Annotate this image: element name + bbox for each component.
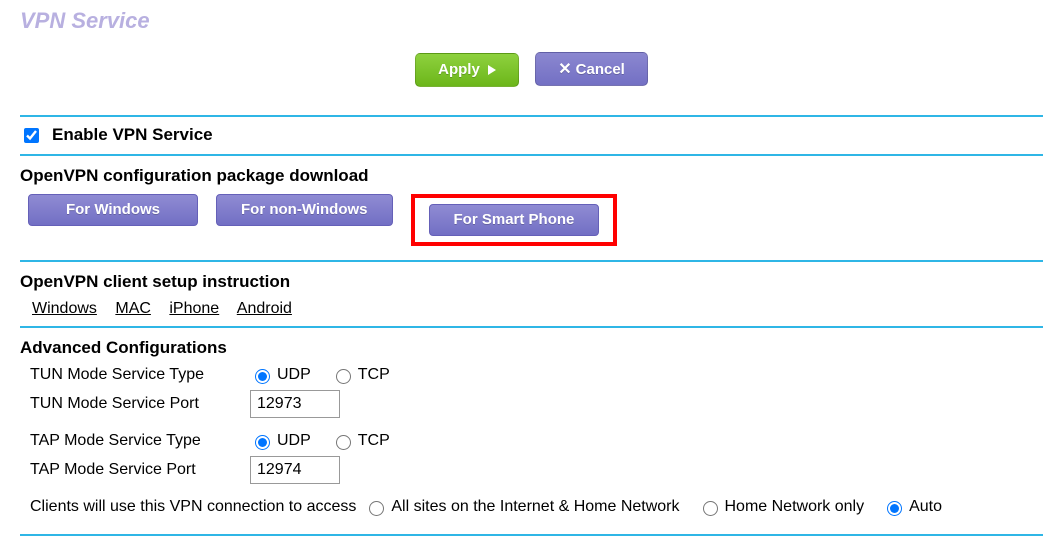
tap-udp-option[interactable]: UDP: [250, 432, 311, 450]
access-home-radio[interactable]: [703, 501, 718, 516]
enable-vpn-label: Enable VPN Service: [52, 125, 213, 145]
setup-section: OpenVPN client setup instruction Windows…: [20, 262, 1043, 326]
tcp-label: TCP: [358, 366, 390, 384]
tap-port-input[interactable]: [250, 456, 340, 484]
enable-vpn-checkbox[interactable]: [24, 128, 39, 143]
access-home-label: Home Network only: [725, 498, 865, 516]
smartphone-highlight: For Smart Phone: [411, 194, 618, 246]
access-label: Clients will use this VPN connection to …: [30, 498, 356, 516]
tap-tcp-radio[interactable]: [336, 435, 351, 450]
tap-type-label: TAP Mode Service Type: [30, 432, 240, 450]
download-nonwindows-button[interactable]: For non-Windows: [216, 194, 393, 226]
apply-label: Apply: [438, 61, 480, 78]
setup-link-android[interactable]: Android: [237, 300, 292, 317]
download-smartphone-button[interactable]: For Smart Phone: [429, 204, 600, 236]
top-button-bar: Apply ✕ Cancel: [20, 52, 1043, 87]
tun-tcp-option[interactable]: TCP: [331, 366, 390, 384]
access-all-radio[interactable]: [369, 501, 384, 516]
setup-link-iphone[interactable]: iPhone: [169, 300, 219, 317]
tun-udp-radio[interactable]: [255, 369, 270, 384]
tcp-label: TCP: [358, 432, 390, 450]
tun-type-label: TUN Mode Service Type: [30, 366, 240, 384]
tap-port-label: TAP Mode Service Port: [30, 461, 240, 479]
access-auto-label: Auto: [909, 498, 942, 516]
tap-tcp-option[interactable]: TCP: [331, 432, 390, 450]
access-all-option[interactable]: All sites on the Internet & Home Network: [364, 498, 679, 516]
tun-port-input[interactable]: [250, 390, 340, 418]
access-auto-option[interactable]: Auto: [882, 498, 942, 516]
udp-label: UDP: [277, 366, 311, 384]
download-section: OpenVPN configuration package download F…: [20, 156, 1043, 260]
setup-heading: OpenVPN client setup instruction: [20, 272, 1043, 292]
advanced-section: Advanced Configurations TUN Mode Service…: [20, 328, 1043, 534]
setup-link-windows[interactable]: Windows: [32, 300, 97, 317]
enable-row: Enable VPN Service: [20, 117, 1043, 154]
download-heading: OpenVPN configuration package download: [20, 166, 1043, 186]
setup-link-mac[interactable]: MAC: [115, 300, 151, 317]
page-title: VPN Service: [20, 8, 1043, 34]
close-icon: ✕: [558, 59, 571, 79]
divider: [20, 534, 1043, 536]
tap-udp-radio[interactable]: [255, 435, 270, 450]
access-all-label: All sites on the Internet & Home Network: [391, 498, 679, 516]
advanced-heading: Advanced Configurations: [20, 338, 1043, 358]
tun-tcp-radio[interactable]: [336, 369, 351, 384]
apply-button[interactable]: Apply: [415, 53, 519, 87]
access-home-option[interactable]: Home Network only: [698, 498, 865, 516]
cancel-label: Cancel: [576, 61, 625, 78]
access-auto-radio[interactable]: [887, 501, 902, 516]
udp-label: UDP: [277, 432, 311, 450]
cancel-button[interactable]: ✕ Cancel: [535, 52, 648, 86]
play-icon: [488, 65, 496, 75]
tun-udp-option[interactable]: UDP: [250, 366, 311, 384]
download-windows-button[interactable]: For Windows: [28, 194, 198, 226]
tun-port-label: TUN Mode Service Port: [30, 395, 240, 413]
